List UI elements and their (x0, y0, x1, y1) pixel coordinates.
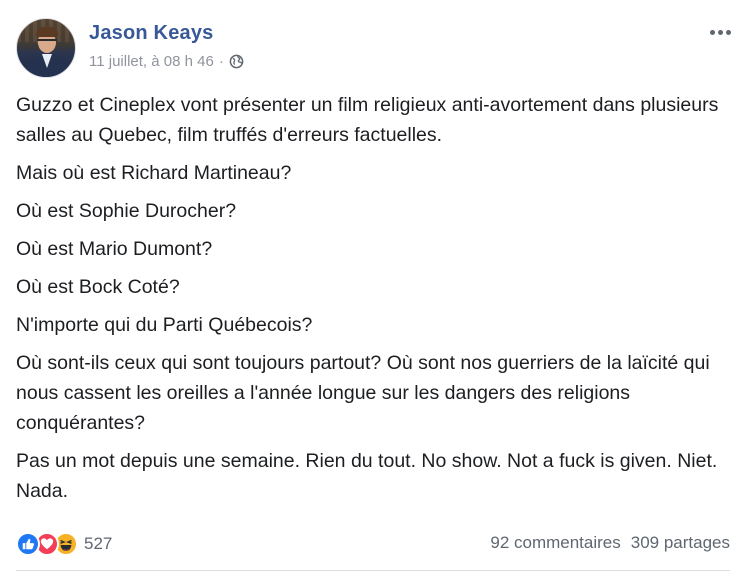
reaction-count[interactable]: 527 (84, 534, 112, 554)
shares-count-link[interactable]: 309 partages (631, 533, 730, 553)
post-header: Jason Keays 11 juillet, à 08 h 46 · (16, 18, 734, 80)
post-paragraph: Où est Sophie Durocher? (16, 200, 237, 222)
more-dot-icon (717, 29, 723, 35)
post-paragraph: N'importe qui du Parti Québecois? (16, 314, 313, 336)
post-paragraph: Où est Bock Coté? (16, 276, 180, 298)
post-paragraph: Où sont-ils ceux qui sont toujours parto… (16, 352, 710, 434)
footer-divider (16, 570, 730, 571)
post-body: Guzzo et Cineplex vont présenter un film… (16, 90, 732, 514)
more-dot-icon (709, 29, 715, 35)
post-paragraph: Où est Mario Dumont? (16, 238, 213, 260)
post-paragraph: Pas un mot depuis une semaine. Rien du t… (16, 450, 718, 502)
avatar-glasses (37, 39, 57, 44)
post-meta: 11 juillet, à 08 h 46 · (89, 53, 244, 70)
comments-count-link[interactable]: 92 commentaires (490, 533, 620, 553)
globe-icon[interactable] (229, 54, 244, 69)
meta-separator: · (218, 53, 224, 70)
like-icon (16, 532, 40, 556)
facebook-post: Jason Keays 11 juillet, à 08 h 46 · Guzz… (0, 0, 746, 582)
more-dot-icon (725, 29, 731, 35)
post-paragraph: Mais où est Richard Martineau? (16, 162, 292, 184)
post-paragraph: Guzzo et Cineplex vont présenter un film… (16, 94, 719, 146)
author-name-link[interactable]: Jason Keays (89, 22, 214, 45)
author-avatar[interactable] (16, 18, 76, 78)
engagement-stats: 92 commentaires 309 partages (490, 533, 730, 553)
post-timestamp-link[interactable]: 11 juillet, à 08 h 46 (89, 53, 214, 70)
more-options-button[interactable] (706, 22, 734, 42)
avatar-hair (36, 27, 58, 37)
reactions-summary[interactable]: 527 (16, 532, 112, 556)
post-footer: 527 92 commentaires 309 partages (16, 528, 730, 560)
